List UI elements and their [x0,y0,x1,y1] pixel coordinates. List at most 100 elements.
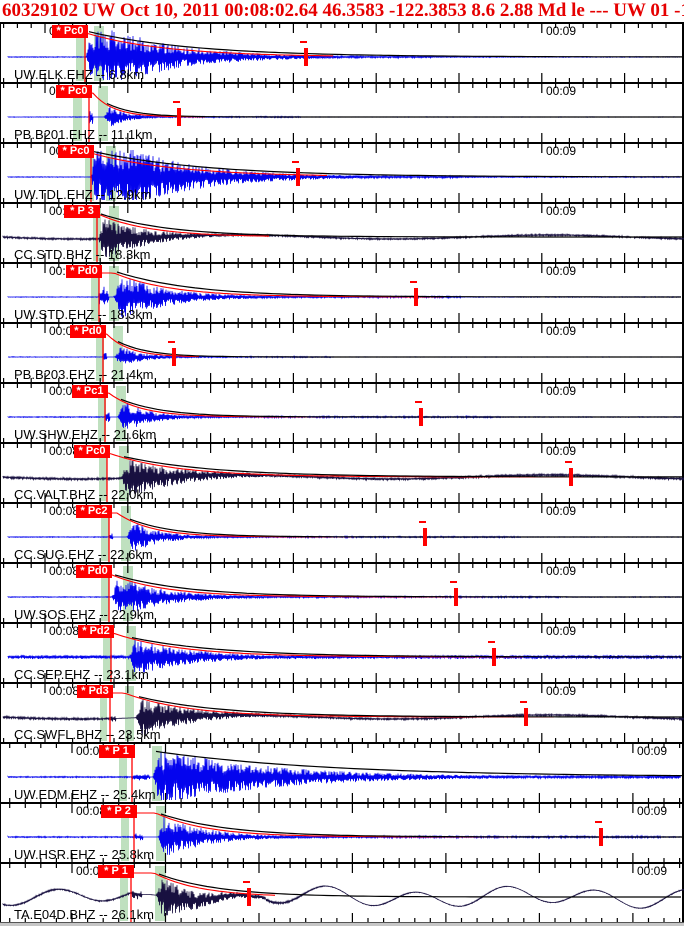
time-label-right: 00:09 [637,864,668,878]
trace-row[interactable]: 00:08 00:09 * Pc1 UW.SHW.EHZ -- 21.6km [1,382,684,442]
coda-duration-marker[interactable] [454,588,458,606]
pick-flag[interactable]: * P 3 [64,205,100,218]
station-label: CC.SUG.EHZ -- 22.6km [14,547,153,562]
pick-flag[interactable]: * Pc0 [52,25,88,38]
time-label-right: 00:09 [637,744,668,758]
coda-duration-marker[interactable] [304,48,308,66]
pick-flag[interactable]: * P 1 [98,865,134,878]
time-label-right: 00:09 [546,384,577,398]
coda-dash [520,701,527,703]
station-label: CC.VALT.BHZ -- 22.0km [14,487,154,502]
trace-row[interactable]: 00:08 00:09 * Pd0 UW.STD.EHZ -- 18.3km [1,262,682,322]
station-label: CC.SEP.EHZ -- 23.1km [14,667,149,682]
station-label: PB.B201.EHZ -- 11.1km [14,127,153,142]
pick-flag[interactable]: * Pc2 [76,505,112,518]
station-label: UW.SOS.EHZ -- 22.9km [14,607,155,622]
time-label-left: 00:08 [49,624,80,638]
pick-flag[interactable]: * Pd0 [76,565,112,578]
station-label: UW.TDL.EHZ -- 12.9km [14,187,152,202]
station-label: TA.E04D.BHZ -- 26.1km [14,907,154,922]
coda-dash [292,161,299,163]
decay-curve-black [106,102,683,118]
coda-duration-marker[interactable] [524,708,528,726]
coda-dash [450,581,457,583]
coda-duration-marker[interactable] [296,168,300,186]
coda-duration-marker[interactable] [569,468,573,486]
time-label-right: 00:09 [546,204,577,218]
trace-panel-stack: 00:0800:09* Pc0UW.ELK.EHZ -- 6.8km00:080… [0,22,684,922]
time-label-right: 00:09 [546,444,577,458]
decay-curve-black [117,341,682,358]
coda-duration-marker[interactable] [247,888,251,906]
pick-flag[interactable]: * Pd2 [78,625,114,638]
trace-row[interactable]: 00:08 00:09 * Pd2 CC.SEP.EHZ -- 23.1km [1,622,684,682]
bottom-scrollbar[interactable] [0,922,684,926]
pick-flag[interactable]: * Pc0 [74,445,110,458]
coda-duration-marker[interactable] [492,648,496,666]
coda-dash [243,881,250,883]
coda-dash [173,101,180,103]
waveform-trace[interactable] [7,403,681,429]
station-label: PB.B203.EHZ -- 21.4km [14,367,154,382]
time-label-right: 00:09 [546,504,577,518]
time-label-right: 00:09 [546,144,577,158]
coda-dash [300,41,307,43]
pick-flag[interactable]: * Pd0 [66,265,102,278]
time-label-right: 00:09 [546,84,577,98]
header-bar: 60329102 UW Oct 10, 2011 00:08:02.64 46.… [0,0,684,22]
station-label: UW.SHW.EHZ -- 21.6km [14,427,157,442]
coda-duration-marker[interactable] [172,348,176,366]
station-label: UW.STD.EHZ -- 18.3km [14,307,153,322]
waveform-trace[interactable] [7,347,681,364]
trace-row[interactable]: 00:0800:09* Pc0PB.B201.EHZ -- 11.1km [1,82,683,142]
decay-curve-black [131,637,684,658]
time-label-right: 00:09 [546,324,577,338]
decay-curve-black [116,271,681,298]
station-label: CC.STD.BHZ -- 18.3km [14,247,151,262]
coda-dash [595,821,602,823]
coda-dash [488,641,495,643]
trace-row[interactable]: 00:08 00:09 * P 1 TA.E04D.BHZ -- 26.1km [1,862,684,922]
trace-row[interactable]: 00:0800:09* Pc0UW.TDL.EHZ -- 12.9km [1,142,682,202]
trace-row[interactable]: 00:0800:09* Pc0UW.ELK.EHZ -- 6.8km [1,22,683,82]
coda-duration-marker[interactable] [419,408,423,426]
station-label: UW.HSR.EHZ -- 25.8km [14,847,155,862]
decay-curve-black [120,398,684,418]
station-label: CC.SWFL.BHZ -- 23.5km [14,727,161,742]
waveform-trace[interactable] [7,106,681,127]
trace-row[interactable]: 00:08 00:09 * Pc0 CC.VALT.BHZ -- 22.0km [1,442,684,502]
pick-flag[interactable]: * P 2 [101,805,137,818]
coda-dash [415,401,422,403]
time-label-right: 00:09 [546,624,577,638]
time-label-left: 00:08 [49,684,80,698]
trace-row[interactable]: 00:08 00:09 * P 2 UW.HSR.EHZ -- 25.8km [1,802,683,862]
coda-duration-marker[interactable] [414,288,418,306]
pick-flag[interactable]: * Pc1 [72,385,108,398]
time-label-right: 00:09 [546,564,577,578]
time-label-right: 00:09 [546,264,577,278]
pick-flag[interactable]: * Pd0 [70,325,106,338]
pick-flag[interactable]: * Pc0 [58,145,94,158]
coda-dash [419,521,426,523]
coda-duration-marker[interactable] [423,528,427,546]
event-summary-title: 60329102 UW Oct 10, 2011 00:08:02.64 46.… [2,0,684,21]
time-label-left: 00:08 [49,504,80,518]
pick-flag[interactable]: * Pc0 [56,85,92,98]
trace-row[interactable]: 00:08 00:09 * Pd0 PB.B203.EHZ -- 21.4km [1,322,682,382]
coda-dash [168,341,175,343]
trace-row[interactable]: 00:08 00:09 * Pc2 CC.SUG.EHZ -- 22.6km [1,502,682,562]
time-label-right: 00:09 [546,24,577,38]
pick-flag[interactable]: * P 1 [99,745,135,758]
trace-row[interactable]: 00:08 00:09 * P 1 UW.EDM.EHZ -- 25.4km [1,742,684,802]
trace-row[interactable]: 00:0800:09* P 3CC.STD.BHZ -- 18.3km [1,202,684,262]
coda-dash [410,281,417,283]
station-label: UW.EDM.EHZ -- 25.4km [14,787,156,802]
coda-duration-marker[interactable] [177,108,181,126]
time-label-left: 00:08 [49,564,80,578]
pick-flag[interactable]: * Pd3 [77,685,113,698]
trace-row[interactable]: 00:08 00:09 * Pd3 CC.SWFL.BHZ -- 23.5km [1,682,684,742]
coda-dash [565,461,572,463]
coda-duration-marker[interactable] [599,828,603,846]
trace-row[interactable]: 00:08 00:09 * Pd0 UW.SOS.EHZ -- 22.9km [1,562,684,622]
time-label-right: 00:09 [546,684,577,698]
